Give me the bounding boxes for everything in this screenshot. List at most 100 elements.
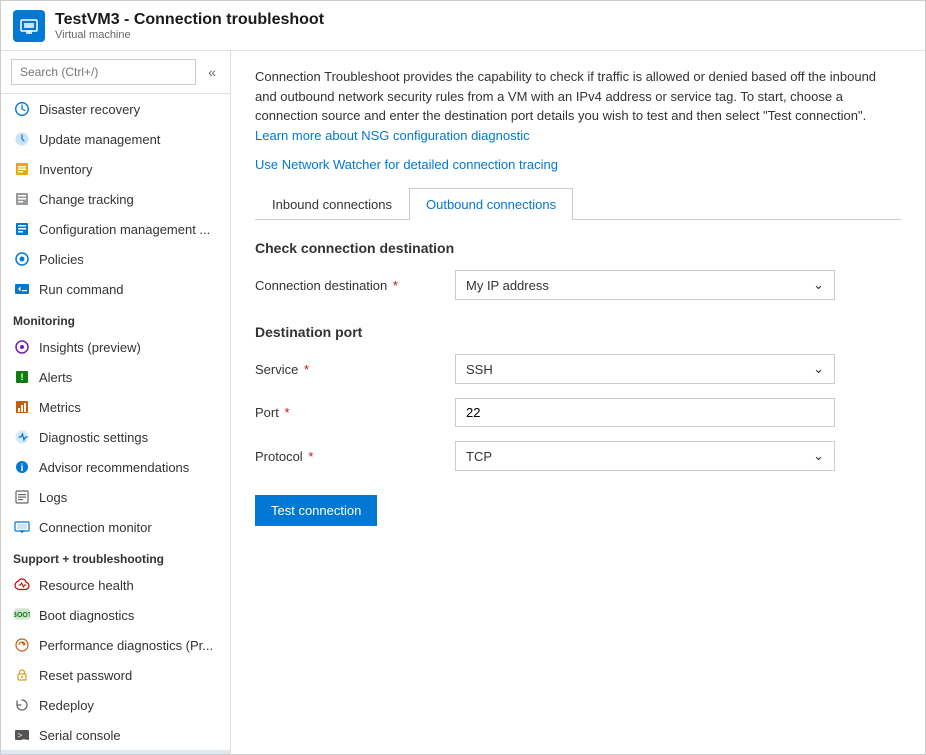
sidebar-item-diagnostic-settings[interactable]: Diagnostic settings bbox=[1, 422, 230, 452]
header: TestVM3 - Connection troubleshoot Virtua… bbox=[1, 1, 925, 51]
sidebar-label-logs: Logs bbox=[39, 490, 67, 505]
sidebar-item-disaster-recovery[interactable]: Disaster recovery bbox=[1, 94, 230, 124]
sidebar-item-update-management[interactable]: Update management bbox=[1, 124, 230, 154]
metrics-icon bbox=[13, 398, 31, 416]
sidebar-item-boot-diagnostics[interactable]: BOOT Boot diagnostics bbox=[1, 600, 230, 630]
sidebar-item-performance-diagnostics[interactable]: Performance diagnostics (Pr... bbox=[1, 630, 230, 660]
svg-text:!: ! bbox=[21, 372, 24, 382]
sidebar-item-connection-monitor[interactable]: Connection monitor bbox=[1, 512, 230, 542]
sidebar-item-policies[interactable]: Policies bbox=[1, 244, 230, 274]
diagnostic-icon bbox=[13, 428, 31, 446]
connection-destination-select[interactable]: My IP address ⌄ bbox=[455, 270, 835, 300]
sidebar-label-reset-password: Reset password bbox=[39, 668, 132, 683]
service-value: SSH bbox=[466, 362, 493, 377]
sidebar-label-policies: Policies bbox=[39, 252, 84, 267]
svg-text:i: i bbox=[21, 463, 24, 474]
sidebar-item-metrics[interactable]: Metrics bbox=[1, 392, 230, 422]
sidebar-item-inventory[interactable]: Inventory bbox=[1, 154, 230, 184]
sidebar-item-redeploy[interactable]: Redeploy bbox=[1, 690, 230, 720]
sidebar-item-resource-health[interactable]: Resource health bbox=[1, 570, 230, 600]
sidebar-monitoring-items: Insights (preview) ! Alerts Metrics bbox=[1, 332, 230, 542]
sidebar-item-connection-troubleshoot[interactable]: Connection troubleshoot bbox=[1, 750, 230, 754]
sidebar-item-serial-console[interactable]: >_ Serial console bbox=[1, 720, 230, 750]
sidebar-label-metrics: Metrics bbox=[39, 400, 81, 415]
sidebar-label-alerts: Alerts bbox=[39, 370, 72, 385]
collapse-button[interactable]: « bbox=[204, 62, 220, 82]
svg-text:>_: >_ bbox=[17, 731, 27, 740]
svg-text:BOOT: BOOT bbox=[14, 612, 30, 619]
chevron-down-icon: ⌄ bbox=[813, 277, 824, 293]
sidebar-item-change-tracking[interactable]: Change tracking bbox=[1, 184, 230, 214]
protocol-row: Protocol * TCP ⌄ bbox=[255, 441, 901, 471]
sidebar-item-run-command[interactable]: Run command bbox=[1, 274, 230, 304]
sidebar-label-resource-health: Resource health bbox=[39, 578, 134, 593]
sidebar-label-redeploy: Redeploy bbox=[39, 698, 94, 713]
sidebar: « Disaster recovery Update management bbox=[1, 51, 231, 754]
logs-icon bbox=[13, 488, 31, 506]
page-title: TestVM3 - Connection troubleshoot bbox=[55, 11, 324, 29]
sidebar-label-inventory: Inventory bbox=[39, 162, 92, 177]
main-content: Connection Troubleshoot provides the cap… bbox=[231, 51, 925, 754]
tab-inbound-connections[interactable]: Inbound connections bbox=[255, 188, 409, 220]
protocol-value: TCP bbox=[466, 449, 492, 464]
boot-diagnostics-icon: BOOT bbox=[13, 606, 31, 624]
chevron-down-icon-service: ⌄ bbox=[813, 361, 824, 377]
vm-icon bbox=[13, 10, 45, 42]
policies-icon bbox=[13, 250, 31, 268]
sidebar-top-items: Disaster recovery Update management Inve… bbox=[1, 94, 230, 304]
sidebar-support-items: Resource health BOOT Boot diagnostics Pe… bbox=[1, 570, 230, 754]
reset-password-icon bbox=[13, 666, 31, 684]
insights-icon bbox=[13, 338, 31, 356]
connection-destination-value: My IP address bbox=[466, 278, 549, 293]
protocol-select[interactable]: TCP ⌄ bbox=[455, 441, 835, 471]
network-watcher-link[interactable]: Use Network Watcher for detailed connect… bbox=[255, 157, 558, 172]
serial-console-icon: >_ bbox=[13, 726, 31, 744]
inventory-icon bbox=[13, 160, 31, 178]
connection-monitor-icon bbox=[13, 518, 31, 536]
port-input[interactable] bbox=[455, 398, 835, 427]
required-star-port: * bbox=[281, 405, 290, 420]
sidebar-label-disaster-recovery: Disaster recovery bbox=[39, 102, 140, 117]
chevron-down-icon-protocol: ⌄ bbox=[813, 448, 824, 464]
alerts-icon: ! bbox=[13, 368, 31, 386]
service-select[interactable]: SSH ⌄ bbox=[455, 354, 835, 384]
service-row: Service * SSH ⌄ bbox=[255, 354, 901, 384]
description-text: Connection Troubleshoot provides the cap… bbox=[255, 67, 901, 145]
sidebar-label-diagnostic-settings: Diagnostic settings bbox=[39, 430, 148, 445]
search-input[interactable] bbox=[11, 59, 196, 85]
destination-port-title: Destination port bbox=[255, 324, 901, 340]
sidebar-label-configuration-management: Configuration management ... bbox=[39, 222, 210, 237]
learn-more-link[interactable]: Learn more about NSG configuration diagn… bbox=[255, 128, 530, 143]
connection-destination-label: Connection destination * bbox=[255, 278, 455, 293]
protocol-label: Protocol * bbox=[255, 449, 455, 464]
test-connection-button[interactable]: Test connection bbox=[255, 495, 377, 526]
sidebar-label-advisor: Advisor recommendations bbox=[39, 460, 189, 475]
port-label: Port * bbox=[255, 405, 455, 420]
sidebar-item-configuration-management[interactable]: Configuration management ... bbox=[1, 214, 230, 244]
sidebar-item-reset-password[interactable]: Reset password bbox=[1, 660, 230, 690]
service-label: Service * bbox=[255, 362, 455, 377]
network-watcher-section: Use Network Watcher for detailed connect… bbox=[255, 157, 901, 172]
sidebar-label-connection-monitor: Connection monitor bbox=[39, 520, 152, 535]
sidebar-label-change-tracking: Change tracking bbox=[39, 192, 134, 207]
redeploy-icon bbox=[13, 696, 31, 714]
monitoring-section-label: Monitoring bbox=[1, 304, 230, 332]
sidebar-label-insights: Insights (preview) bbox=[39, 340, 141, 355]
sidebar-item-alerts[interactable]: ! Alerts bbox=[1, 362, 230, 392]
sidebar-item-insights[interactable]: Insights (preview) bbox=[1, 332, 230, 362]
sidebar-item-advisor[interactable]: i Advisor recommendations bbox=[1, 452, 230, 482]
port-control bbox=[455, 398, 835, 427]
search-box: « bbox=[1, 51, 230, 94]
service-control: SSH ⌄ bbox=[455, 354, 835, 384]
run-command-icon bbox=[13, 280, 31, 298]
sidebar-item-logs[interactable]: Logs bbox=[1, 482, 230, 512]
disaster-recovery-icon bbox=[13, 100, 31, 118]
performance-diagnostics-icon bbox=[13, 636, 31, 654]
sidebar-label-performance-diagnostics: Performance diagnostics (Pr... bbox=[39, 638, 213, 653]
connection-destination-row: Connection destination * My IP address ⌄ bbox=[255, 270, 901, 300]
support-section-label: Support + troubleshooting bbox=[1, 542, 230, 570]
connection-destination-control: My IP address ⌄ bbox=[455, 270, 835, 300]
destination-port-section: Destination port Service * SSH ⌄ bbox=[255, 324, 901, 471]
tab-outbound-connections[interactable]: Outbound connections bbox=[409, 188, 573, 220]
check-connection-section: Check connection destination Connection … bbox=[255, 240, 901, 300]
